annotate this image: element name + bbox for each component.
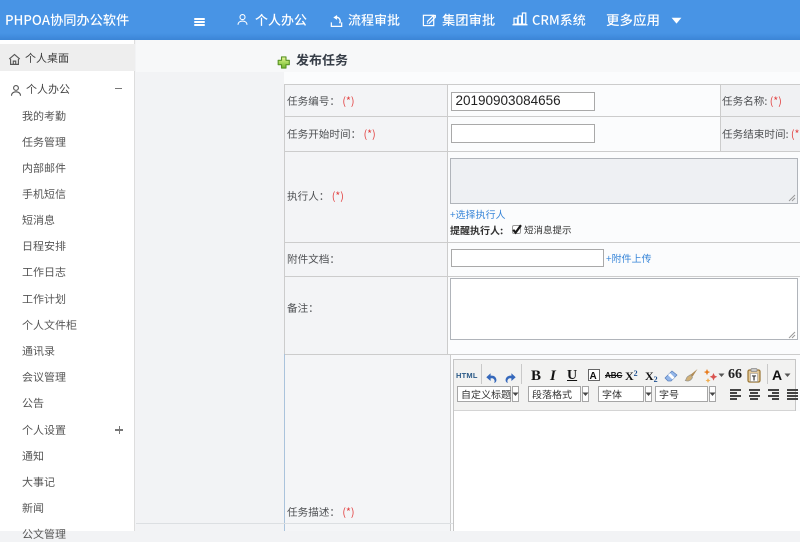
- svg-text:T: T: [752, 376, 757, 383]
